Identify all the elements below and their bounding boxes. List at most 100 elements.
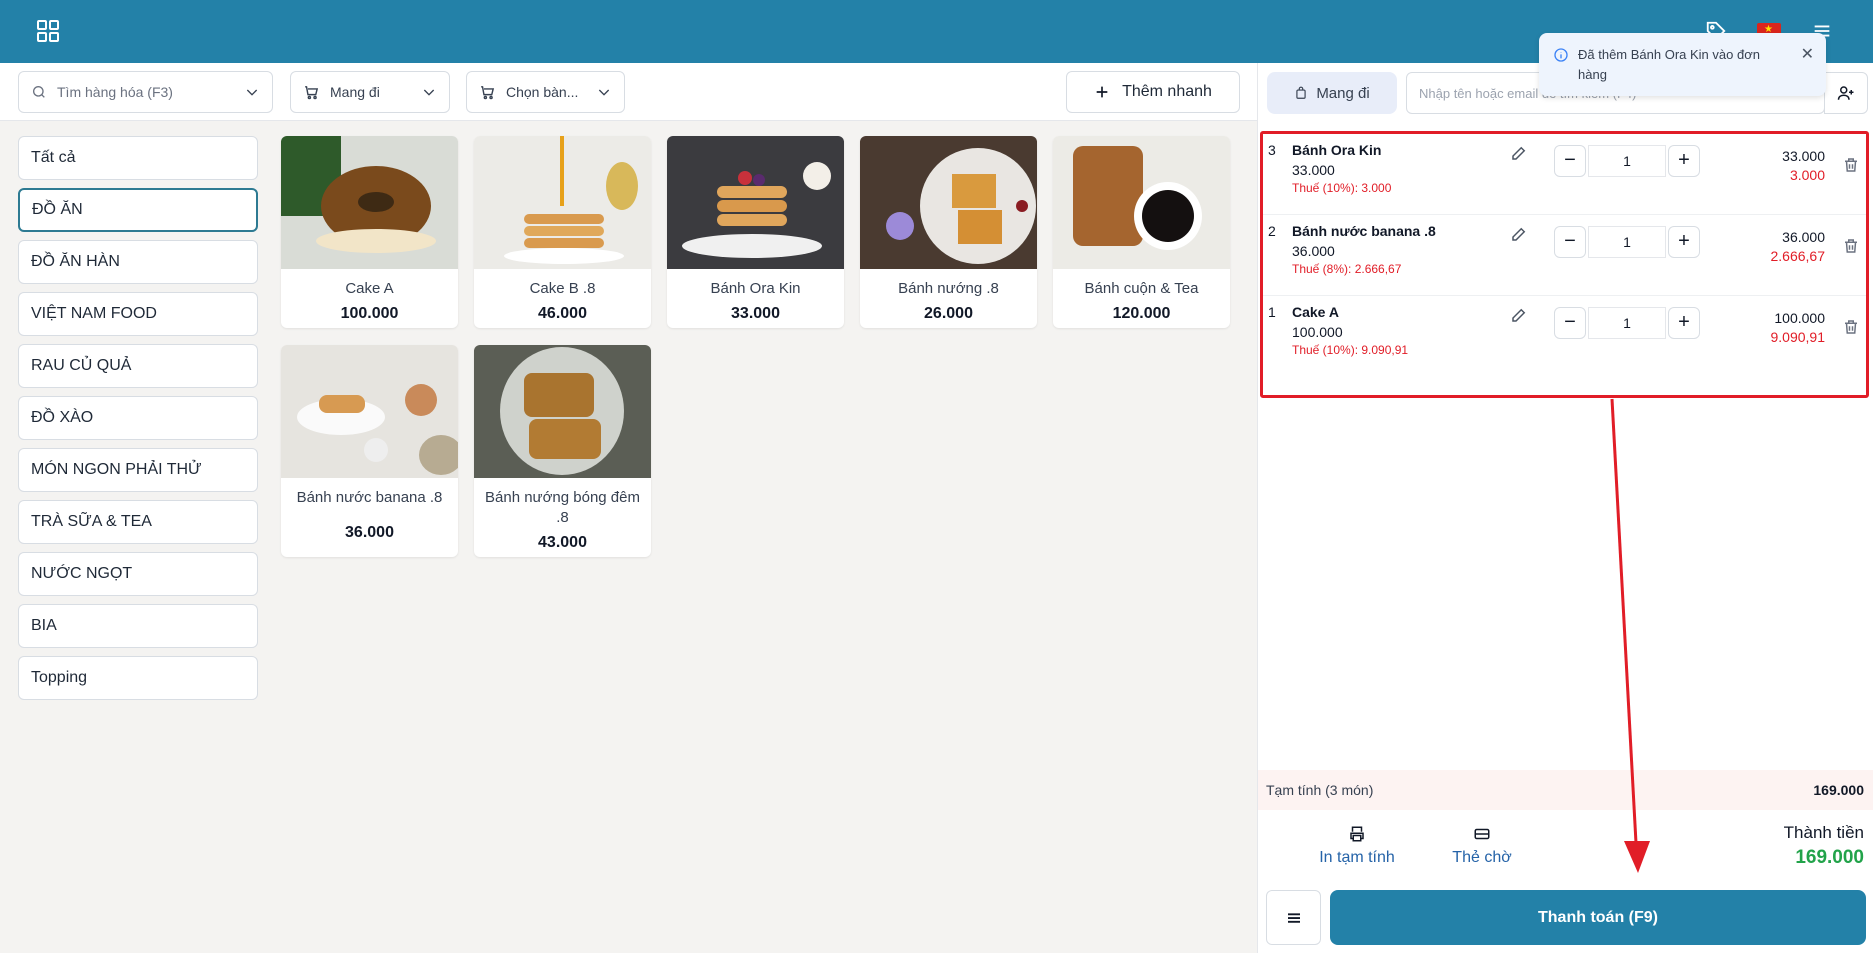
category-mon-ngon[interactable]: MÓN NGON PHẢI THỬ bbox=[18, 448, 258, 492]
order-panel: Mang đi Nhập tên hoặc email để tìm kiếm … bbox=[1257, 63, 1873, 953]
category-do-xao[interactable]: ĐỒ XÀO bbox=[18, 396, 258, 440]
category-do-an-han[interactable]: ĐỒ ĂN HÀN bbox=[18, 240, 258, 284]
product-name: Bánh cuộn & Tea bbox=[1084, 280, 1199, 297]
category-viet-nam-food[interactable]: VIỆT NAM FOOD bbox=[18, 292, 258, 336]
decrease-qty-button[interactable]: − bbox=[1554, 226, 1586, 258]
product-card[interactable]: Bánh nướng .8 26.000 bbox=[860, 136, 1037, 328]
search-icon bbox=[33, 86, 45, 98]
item-total-tax: 3.000 bbox=[1789, 167, 1825, 183]
category-bia[interactable]: BIA bbox=[18, 604, 258, 648]
qty-input[interactable]: 1 bbox=[1588, 226, 1666, 258]
edit-icon[interactable] bbox=[1510, 306, 1528, 324]
chevron-down-icon bbox=[246, 89, 258, 96]
decrease-qty-button[interactable]: − bbox=[1554, 307, 1586, 339]
increase-qty-button[interactable]: + bbox=[1668, 226, 1700, 258]
checkout-button[interactable]: Thanh toán (F9) bbox=[1330, 890, 1866, 945]
decrease-qty-button[interactable]: − bbox=[1554, 145, 1586, 177]
search-placeholder: Tìm hàng hóa (F3) bbox=[57, 84, 173, 100]
hold-ticket-label: Thẻ chờ bbox=[1452, 849, 1512, 866]
product-card[interactable]: Cake B .8 46.000 bbox=[474, 136, 651, 328]
subtotal-label: Tạm tính (3 món) bbox=[1266, 782, 1374, 798]
print-preview-label: In tạm tính bbox=[1319, 849, 1395, 866]
category-label: ĐỒ XÀO bbox=[31, 409, 94, 426]
item-total: 33.000 bbox=[1782, 148, 1825, 164]
order-items-highlight: 3 Bánh Ora Kin 33.000 Thuế (10%): 3.000 … bbox=[1260, 131, 1869, 398]
add-user-icon bbox=[1837, 86, 1854, 100]
order-item-row[interactable]: 3 Bánh Ora Kin 33.000 Thuế (10%): 3.000 … bbox=[1263, 134, 1866, 215]
category-tra-sua-tea[interactable]: TRÀ SỮA & TEA bbox=[18, 500, 258, 544]
order-type-pill[interactable]: Mang đi bbox=[1267, 72, 1397, 114]
product-name: Cake B .8 bbox=[529, 280, 596, 297]
category-do-an[interactable]: ĐỒ ĂN bbox=[18, 188, 258, 232]
category-label: MÓN NGON PHẢI THỬ bbox=[31, 461, 202, 478]
product-image-pancake-stack bbox=[667, 136, 844, 269]
item-index: 2 bbox=[1268, 223, 1276, 239]
print-preview-button[interactable]: In tạm tính bbox=[1292, 825, 1422, 867]
product-card[interactable]: Bánh cuộn & Tea 120.000 bbox=[1053, 136, 1230, 328]
add-customer-button[interactable] bbox=[1824, 72, 1868, 114]
trash-icon[interactable] bbox=[1842, 318, 1860, 336]
category-rau-cu-qua[interactable]: RAU CỦ QUẢ bbox=[18, 344, 258, 388]
item-price: 36.000 bbox=[1292, 243, 1335, 259]
toast-message: Đã thêm Bánh Ora Kin vào đơn hàng bbox=[1578, 47, 1760, 82]
grid-menu-icon[interactable] bbox=[36, 19, 60, 43]
product-image-roll-tea bbox=[1053, 136, 1230, 269]
grand-total-label: Thành tiền bbox=[1783, 823, 1864, 842]
product-name: Bánh Ora Kin bbox=[710, 280, 801, 297]
product-price: 36.000 bbox=[345, 524, 394, 541]
chevron-down-icon bbox=[423, 89, 435, 96]
product-card[interactable]: Cake A 100.000 bbox=[281, 136, 458, 328]
trash-icon[interactable] bbox=[1842, 156, 1860, 174]
product-name: Bánh nướng bóng đêm .8 bbox=[485, 489, 640, 526]
ticket-icon bbox=[1474, 828, 1490, 840]
category-topping[interactable]: Topping bbox=[18, 656, 258, 700]
category-all[interactable]: Tất cả bbox=[18, 136, 258, 180]
more-options-button[interactable] bbox=[1266, 890, 1321, 945]
annotation-arrow bbox=[1610, 398, 1650, 873]
info-icon bbox=[1554, 48, 1568, 62]
item-total: 36.000 bbox=[1782, 229, 1825, 245]
product-card[interactable]: Bánh Ora Kin 33.000 bbox=[667, 136, 844, 328]
quantity-stepper: − 1 + bbox=[1554, 145, 1700, 177]
order-item-row[interactable]: 1 Cake A 100.000 Thuế (10%): 9.090,91 − … bbox=[1263, 296, 1866, 377]
product-image-bagel bbox=[281, 136, 458, 269]
close-icon[interactable]: ✕ bbox=[1801, 44, 1814, 64]
category-label: Tất cả bbox=[31, 149, 76, 166]
hold-ticket-button[interactable]: Thẻ chờ bbox=[1417, 825, 1547, 867]
order-type-select[interactable]: Mang đi bbox=[290, 71, 450, 113]
item-index: 1 bbox=[1268, 304, 1276, 320]
category-label: ĐỒ ĂN bbox=[32, 201, 83, 218]
category-label: VIỆT NAM FOOD bbox=[31, 305, 157, 322]
product-card[interactable]: Bánh nước banana .8 36.000 bbox=[281, 345, 458, 557]
category-label: ĐỒ ĂN HÀN bbox=[31, 253, 120, 270]
category-nuoc-ngot[interactable]: NƯỚC NGỌT bbox=[18, 552, 258, 596]
item-total-tax: 9.090,91 bbox=[1770, 329, 1826, 345]
increase-qty-button[interactable]: + bbox=[1668, 307, 1700, 339]
qty-input[interactable]: 1 bbox=[1588, 145, 1666, 177]
subtotal-bar: Tạm tính (3 món) 169.000 bbox=[1258, 770, 1873, 810]
product-image-toast bbox=[474, 345, 651, 478]
edit-icon[interactable] bbox=[1510, 144, 1528, 162]
item-tax: Thuế (10%): 9.090,91 bbox=[1292, 343, 1409, 357]
increase-qty-button[interactable]: + bbox=[1668, 145, 1700, 177]
product-image-waffle bbox=[860, 136, 1037, 269]
item-name: Bánh Ora Kin bbox=[1292, 142, 1382, 158]
quick-add-label: Thêm nhanh bbox=[1122, 83, 1212, 100]
item-index: 3 bbox=[1268, 142, 1276, 158]
table-select[interactable]: Chọn bàn... bbox=[466, 71, 625, 113]
order-item-row[interactable]: 2 Bánh nước banana .8 36.000 Thuế (8%): … bbox=[1263, 215, 1866, 296]
item-tax: Thuế (10%): 3.000 bbox=[1292, 181, 1392, 195]
qty-input[interactable]: 1 bbox=[1588, 307, 1666, 339]
product-price: 100.000 bbox=[340, 305, 399, 322]
product-price: 120.000 bbox=[1112, 305, 1171, 322]
cart-icon bbox=[305, 85, 319, 99]
category-label: TRÀ SỮA & TEA bbox=[31, 513, 152, 530]
product-search-input[interactable]: Tìm hàng hóa (F3) bbox=[18, 71, 273, 113]
quick-add-button[interactable]: Thêm nhanh bbox=[1066, 71, 1240, 113]
toast-notification: Đã thêm Bánh Ora Kin vào đơn hàng ✕ bbox=[1539, 33, 1826, 96]
product-card[interactable]: Bánh nướng bóng đêm .8 43.000 bbox=[474, 345, 651, 557]
item-tax: Thuế (8%): 2.666,67 bbox=[1292, 262, 1402, 276]
trash-icon[interactable] bbox=[1842, 237, 1860, 255]
edit-icon[interactable] bbox=[1510, 225, 1528, 243]
product-price: 33.000 bbox=[731, 305, 780, 322]
